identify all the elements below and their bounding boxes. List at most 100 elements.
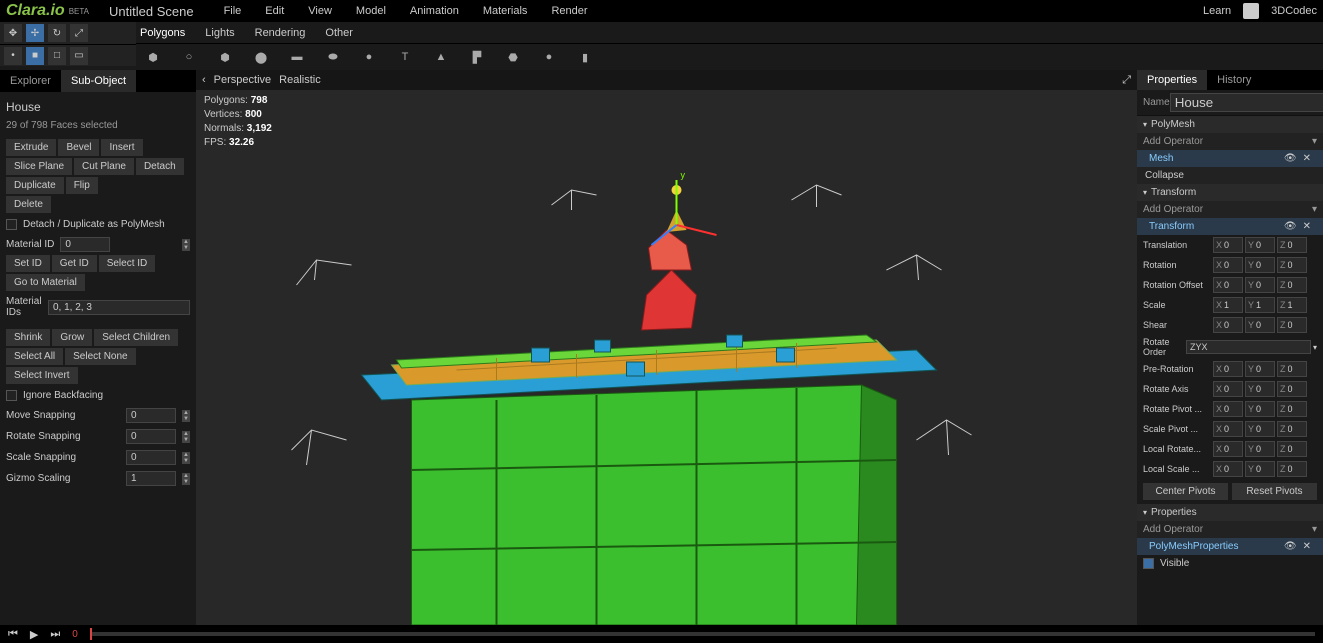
section-polymesh[interactable]: ▾PolyMesh	[1137, 116, 1323, 133]
visible-checkbox[interactable]	[1143, 558, 1154, 569]
tab-history[interactable]: History	[1207, 70, 1261, 90]
select-tool-icon[interactable]: ✥	[4, 24, 22, 42]
operator-transform[interactable]: Transform👁✕	[1137, 218, 1323, 235]
ball-icon[interactable]: ●	[542, 50, 556, 64]
shrink-button[interactable]: Shrink	[6, 329, 50, 346]
x-input[interactable]: X	[1213, 421, 1243, 437]
drop-icon[interactable]: ⬢	[218, 50, 232, 64]
menu-model[interactable]: Model	[356, 5, 386, 17]
y-input[interactable]: Y	[1245, 461, 1275, 477]
select-invert-button[interactable]: Select Invert	[6, 367, 78, 384]
z-input[interactable]: Z	[1277, 317, 1307, 333]
operator-mesh[interactable]: Mesh👁✕	[1137, 150, 1323, 167]
z-input[interactable]: Z	[1277, 297, 1307, 313]
insert-button[interactable]: Insert	[101, 139, 142, 156]
z-input[interactable]: Z	[1277, 441, 1307, 457]
y-input[interactable]: Y	[1245, 421, 1275, 437]
center-pivots-button[interactable]: Center Pivots	[1143, 483, 1228, 500]
capsule-icon[interactable]: ▮	[578, 50, 592, 64]
section-properties[interactable]: ▾Properties	[1137, 504, 1323, 521]
close-icon[interactable]: ✕	[1303, 541, 1311, 552]
edge-mode-icon[interactable]: □	[48, 47, 66, 65]
x-input[interactable]: X	[1213, 257, 1243, 273]
skip-forward-icon[interactable]: ⏭	[50, 628, 60, 641]
z-input[interactable]: Z	[1277, 361, 1307, 377]
viewport-3d[interactable]: ‹ Perspective Realistic ⤢ Polygons: 798 …	[196, 70, 1137, 625]
y-input[interactable]: Y	[1245, 277, 1275, 293]
x-input[interactable]: X	[1213, 277, 1243, 293]
cone-icon[interactable]: ▲	[434, 50, 448, 64]
x-input[interactable]: X	[1213, 461, 1243, 477]
bevel-button[interactable]: Bevel	[58, 139, 99, 156]
eye-icon[interactable]: 👁	[1284, 541, 1297, 552]
viewport-shading[interactable]: Realistic	[279, 74, 321, 86]
extrude-button[interactable]: Extrude	[6, 139, 56, 156]
select-all-button[interactable]: Select All	[6, 348, 63, 365]
collapse-button[interactable]: Collapse	[1137, 167, 1323, 184]
close-icon[interactable]: ✕	[1303, 221, 1311, 232]
z-input[interactable]: Z	[1277, 401, 1307, 417]
tab-lights[interactable]: Lights	[205, 27, 234, 39]
z-input[interactable]: Z	[1277, 277, 1307, 293]
x-input[interactable]: X	[1213, 441, 1243, 457]
select-id-button[interactable]: Select ID	[99, 255, 156, 272]
shield-icon[interactable]: ⬢	[146, 50, 160, 64]
x-input[interactable]: X	[1213, 401, 1243, 417]
tab-rendering[interactable]: Rendering	[255, 27, 306, 39]
x-input[interactable]: X	[1213, 237, 1243, 253]
x-input[interactable]: X	[1213, 317, 1243, 333]
y-input[interactable]: Y	[1245, 381, 1275, 397]
rotate-snap-input[interactable]	[126, 429, 176, 444]
detach-button[interactable]: Detach	[136, 158, 184, 175]
rotate-tool-icon[interactable]: ↻	[48, 24, 66, 42]
object-mode-icon[interactable]: ▭	[70, 47, 88, 65]
menu-view[interactable]: View	[308, 5, 332, 17]
slice-plane-button[interactable]: Slice Plane	[6, 158, 72, 175]
z-input[interactable]: Z	[1277, 257, 1307, 273]
z-input[interactable]: Z	[1277, 461, 1307, 477]
tab-other[interactable]: Other	[325, 27, 353, 39]
chevron-left-icon[interactable]: ‹	[202, 74, 206, 86]
gizmo-scale-input[interactable]	[126, 471, 176, 486]
go-to-material-button[interactable]: Go to Material	[6, 274, 85, 291]
y-input[interactable]: Y	[1245, 317, 1275, 333]
face-mode-icon[interactable]: ■	[26, 47, 44, 65]
get-id-button[interactable]: Get ID	[52, 255, 97, 272]
tab-subobject[interactable]: Sub-Object	[61, 70, 136, 92]
username[interactable]: 3DCodec	[1271, 5, 1317, 17]
operator-polymeshproperties[interactable]: PolyMeshProperties👁✕	[1137, 538, 1323, 555]
disc-icon[interactable]: ⬬	[326, 50, 340, 64]
flag-icon[interactable]: ▛	[470, 50, 484, 64]
eye-icon[interactable]: 👁	[1284, 221, 1297, 232]
expand-icon[interactable]: ⤢	[1122, 74, 1131, 87]
menu-materials[interactable]: Materials	[483, 5, 528, 17]
flip-button[interactable]: Flip	[66, 177, 98, 194]
scene-title[interactable]: Untitled Scene	[109, 4, 194, 19]
move-tool-icon[interactable]: ✢	[26, 24, 44, 42]
material-ids-input[interactable]	[48, 300, 190, 315]
user-avatar-icon[interactable]	[1243, 3, 1259, 19]
reset-pivots-button[interactable]: Reset Pivots	[1232, 483, 1317, 500]
y-input[interactable]: Y	[1245, 237, 1275, 253]
plane-icon[interactable]: ▬	[290, 50, 304, 64]
tab-explorer[interactable]: Explorer	[0, 70, 61, 92]
menu-file[interactable]: File	[224, 5, 242, 17]
ignore-backfacing-checkbox[interactable]	[6, 390, 17, 401]
section-transform[interactable]: ▾Transform	[1137, 184, 1323, 201]
move-snap-input[interactable]	[126, 408, 176, 423]
stepper-down-icon[interactable]: ▼	[182, 245, 190, 251]
timeline-track[interactable]	[90, 632, 1315, 636]
z-input[interactable]: Z	[1277, 381, 1307, 397]
x-input[interactable]: X	[1213, 361, 1243, 377]
circle-icon[interactable]: ○	[182, 50, 196, 64]
learn-link[interactable]: Learn	[1203, 5, 1231, 17]
play-icon[interactable]: ▶	[30, 628, 38, 641]
scale-snap-input[interactable]	[126, 450, 176, 465]
dropdown-icon[interactable]: ▾	[1313, 343, 1317, 352]
scale-tool-icon[interactable]: ⤢	[70, 24, 88, 42]
tab-properties[interactable]: Properties	[1137, 70, 1207, 90]
grow-button[interactable]: Grow	[52, 329, 92, 346]
x-input[interactable]: X	[1213, 297, 1243, 313]
select-none-button[interactable]: Select None	[65, 348, 135, 365]
tab-polygons[interactable]: Polygons	[140, 27, 185, 39]
